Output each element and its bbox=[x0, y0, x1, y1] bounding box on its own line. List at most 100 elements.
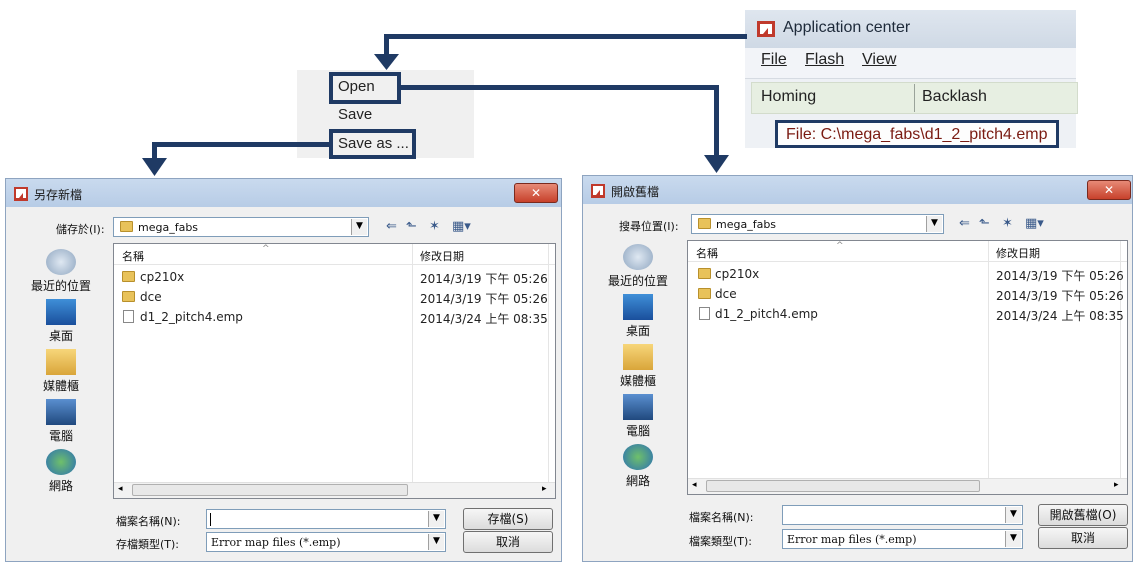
open-button[interactable]: 開啟舊檔(O) bbox=[1038, 504, 1128, 526]
open-dialog-titlebar: 開啟舊檔 ✕ bbox=[583, 176, 1132, 204]
file-date: 2014/3/19 下午 05:26 bbox=[996, 289, 1124, 303]
place-recent[interactable]: 最近的位置 bbox=[26, 277, 96, 294]
chevron-down-icon[interactable]: ▼ bbox=[926, 216, 942, 232]
filetype-select[interactable]: Error map files (*.emp) ▼ bbox=[782, 529, 1023, 549]
document-icon bbox=[123, 310, 134, 323]
place-libraries[interactable]: 媒體櫃 bbox=[603, 372, 673, 389]
table-row[interactable]: dce 2014/3/19 下午 05:26 bbox=[114, 288, 548, 306]
file-date: 2014/3/24 上午 08:35 bbox=[996, 309, 1124, 323]
library-icon[interactable] bbox=[623, 344, 653, 370]
look-in-select[interactable]: mega_fabs ▼ bbox=[691, 214, 944, 234]
app-titlebar: Application center bbox=[745, 10, 1076, 48]
column-header-date[interactable]: 修改日期 bbox=[996, 245, 1040, 261]
file-date: 2014/3/19 下午 05:26 bbox=[420, 272, 548, 286]
filename-input[interactable]: ▼ bbox=[206, 509, 446, 529]
horizontal-scrollbar[interactable]: ◂ ▸ bbox=[688, 478, 1127, 494]
file-name: cp210x bbox=[715, 267, 760, 281]
chevron-down-icon[interactable]: ▼ bbox=[1005, 531, 1021, 547]
app-menubar bbox=[745, 48, 1076, 79]
menu-item-save-as[interactable]: Save as ... bbox=[338, 135, 409, 152]
chevron-down-icon[interactable]: ▼ bbox=[428, 511, 444, 527]
table-row[interactable]: cp210x 2014/3/19 下午 05:26 bbox=[688, 265, 1124, 283]
place-computer[interactable]: 電腦 bbox=[603, 422, 673, 439]
folder-icon bbox=[120, 221, 133, 232]
cancel-button[interactable]: 取消 bbox=[463, 531, 553, 553]
scroll-left-icon[interactable]: ◂ bbox=[692, 480, 697, 490]
recent-places-icon[interactable] bbox=[46, 249, 76, 275]
new-folder-icon[interactable]: ✶ bbox=[1002, 216, 1013, 231]
filename-input[interactable]: ▼ bbox=[782, 505, 1023, 525]
app-title: Application center bbox=[783, 19, 911, 36]
open-dialog: 開啟舊檔 ✕ 搜尋位置(I): mega_fabs ▼ ⇐ ⬑ ✶ ▦▾ 最近的… bbox=[582, 175, 1133, 562]
chevron-down-icon[interactable]: ▼ bbox=[1005, 507, 1021, 523]
save-in-select[interactable]: mega_fabs ▼ bbox=[113, 217, 369, 237]
network-icon[interactable] bbox=[46, 449, 76, 475]
scrollbar-thumb[interactable] bbox=[706, 480, 980, 492]
computer-icon[interactable] bbox=[46, 399, 76, 425]
table-row[interactable]: dce 2014/3/19 下午 05:26 bbox=[688, 285, 1124, 303]
back-arrow-icon[interactable]: ⇐ bbox=[386, 219, 397, 234]
view-menu-icon[interactable]: ▦▾ bbox=[452, 219, 471, 234]
place-computer[interactable]: 電腦 bbox=[26, 427, 96, 444]
file-path-label: File: C:\mega_fabs\d1_2_pitch4.emp bbox=[786, 126, 1048, 143]
file-name: d1_2_pitch4.emp bbox=[715, 307, 818, 321]
place-desktop[interactable]: 桌面 bbox=[603, 322, 673, 339]
back-arrow-icon[interactable]: ⇐ bbox=[959, 216, 970, 231]
connector-line bbox=[714, 85, 719, 157]
arrow-down-icon bbox=[142, 158, 167, 176]
application-center-window: Application center File Flash View Homin… bbox=[745, 10, 1078, 148]
scroll-right-icon[interactable]: ▸ bbox=[542, 484, 547, 494]
arrow-down-icon bbox=[704, 155, 729, 173]
view-menu-icon[interactable]: ▦▾ bbox=[1025, 216, 1044, 231]
place-libraries[interactable]: 媒體櫃 bbox=[26, 377, 96, 394]
network-icon[interactable] bbox=[623, 444, 653, 470]
menu-file[interactable]: File bbox=[761, 51, 787, 69]
new-folder-icon[interactable]: ✶ bbox=[429, 219, 440, 234]
save-in-value: mega_fabs bbox=[138, 221, 199, 234]
library-icon[interactable] bbox=[46, 349, 76, 375]
scroll-left-icon[interactable]: ◂ bbox=[118, 484, 123, 494]
file-name: dce bbox=[140, 290, 162, 304]
menu-view[interactable]: View bbox=[862, 51, 896, 69]
open-dialog-title: 開啟舊檔 bbox=[611, 185, 660, 199]
column-header-name[interactable]: 名稱 bbox=[122, 248, 144, 264]
close-button[interactable]: ✕ bbox=[1087, 180, 1131, 200]
tab-backlash[interactable]: Backlash bbox=[922, 88, 987, 106]
connector-line bbox=[401, 85, 719, 90]
desktop-icon[interactable] bbox=[623, 294, 653, 320]
place-recent[interactable]: 最近的位置 bbox=[603, 272, 673, 289]
save-button[interactable]: 存檔(S) bbox=[463, 508, 553, 530]
menu-item-open[interactable]: Open bbox=[338, 78, 375, 95]
recent-places-icon[interactable] bbox=[623, 244, 653, 270]
file-name: dce bbox=[715, 287, 737, 301]
place-network[interactable]: 網路 bbox=[26, 477, 96, 494]
menu-flash[interactable]: Flash bbox=[805, 51, 844, 69]
place-network[interactable]: 網路 bbox=[603, 472, 673, 489]
folder-icon bbox=[122, 271, 135, 282]
column-header-name[interactable]: 名稱 bbox=[696, 245, 718, 261]
scrollbar-thumb[interactable] bbox=[132, 484, 408, 496]
save-dialog-title: 另存新檔 bbox=[34, 188, 83, 202]
file-list: 名稱 ^ 修改日期 cp210x 2014/3/19 下午 05:26 dce … bbox=[113, 243, 556, 499]
up-folder-icon[interactable]: ⬑ bbox=[979, 216, 990, 231]
filetype-select[interactable]: Error map files (*.emp) ▼ bbox=[206, 532, 446, 552]
app-logo-icon bbox=[757, 21, 775, 37]
filetype-label: 檔案類型(T): bbox=[689, 535, 753, 548]
column-header-date[interactable]: 修改日期 bbox=[420, 248, 464, 264]
close-button[interactable]: ✕ bbox=[514, 183, 558, 203]
desktop-icon[interactable] bbox=[46, 299, 76, 325]
chevron-down-icon[interactable]: ▼ bbox=[428, 534, 444, 550]
place-desktop[interactable]: 桌面 bbox=[26, 327, 96, 344]
horizontal-scrollbar[interactable]: ◂ ▸ bbox=[114, 482, 555, 498]
chevron-down-icon[interactable]: ▼ bbox=[351, 219, 367, 235]
tab-homing[interactable]: Homing bbox=[761, 88, 816, 106]
table-row[interactable]: d1_2_pitch4.emp 2014/3/24 上午 08:35 bbox=[688, 305, 1124, 323]
scroll-right-icon[interactable]: ▸ bbox=[1114, 480, 1119, 490]
up-folder-icon[interactable]: ⬑ bbox=[406, 219, 417, 234]
table-row[interactable]: d1_2_pitch4.emp 2014/3/24 上午 08:35 bbox=[114, 308, 548, 326]
computer-icon[interactable] bbox=[623, 394, 653, 420]
menu-item-save[interactable]: Save bbox=[338, 106, 372, 123]
table-row[interactable]: cp210x 2014/3/19 下午 05:26 bbox=[114, 268, 548, 286]
file-list-header bbox=[688, 241, 1127, 262]
cancel-button[interactable]: 取消 bbox=[1038, 527, 1128, 549]
